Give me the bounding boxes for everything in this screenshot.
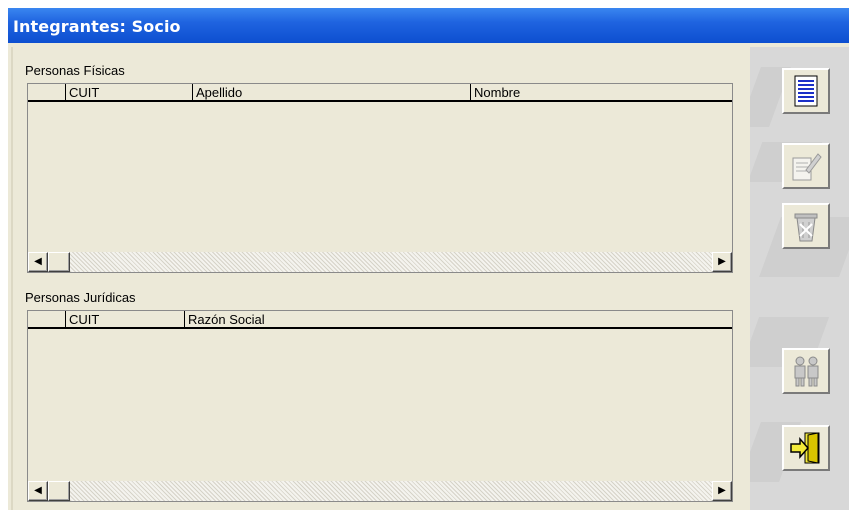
column-header-cuit[interactable]: CUIT	[66, 84, 193, 100]
personas-juridicas-grid[interactable]: CUIT Razón Social ◀ ▶	[27, 310, 733, 502]
title-bar[interactable]: Integrantes: Socio	[8, 8, 849, 43]
scroll-right-button[interactable]: ▶	[712, 481, 732, 501]
personas-fisicas-label: Personas Físicas	[25, 63, 125, 78]
delete-button[interactable]	[782, 203, 830, 249]
personas-juridicas-label: Personas Jurídicas	[25, 290, 136, 305]
main-window: Integrantes: Socio Personas Físicas CUIT…	[8, 8, 849, 510]
scroll-thumb[interactable]	[48, 252, 70, 272]
personas-fisicas-header: CUIT Apellido Nombre	[28, 84, 732, 102]
personas-juridicas-header: CUIT Razón Social	[28, 311, 732, 329]
new-document-button[interactable]	[782, 68, 830, 114]
horizontal-scrollbar[interactable]: ◀ ▶	[28, 481, 732, 501]
column-header-razon-social[interactable]: Razón Social	[185, 311, 732, 327]
column-header-apellido[interactable]: Apellido	[193, 84, 471, 100]
client-area: Personas Físicas CUIT Apellido Nombre ◀ …	[11, 47, 750, 510]
scroll-right-button[interactable]: ▶	[712, 252, 732, 272]
scroll-left-button[interactable]: ◀	[28, 252, 48, 272]
column-header-nombre[interactable]: Nombre	[471, 84, 732, 100]
members-button[interactable]	[782, 348, 830, 394]
personas-fisicas-grid[interactable]: CUIT Apellido Nombre ◀ ▶	[27, 83, 733, 273]
horizontal-scrollbar[interactable]: ◀ ▶	[28, 252, 732, 272]
side-toolbar	[750, 47, 849, 510]
column-header-selector[interactable]	[28, 84, 66, 100]
column-header-selector[interactable]	[28, 311, 66, 327]
window-title: Integrantes: Socio	[13, 17, 181, 36]
edit-button[interactable]	[782, 143, 830, 189]
scroll-left-button[interactable]: ◀	[28, 481, 48, 501]
scroll-thumb[interactable]	[48, 481, 70, 501]
column-header-cuit[interactable]: CUIT	[66, 311, 185, 327]
exit-button[interactable]	[782, 425, 830, 471]
